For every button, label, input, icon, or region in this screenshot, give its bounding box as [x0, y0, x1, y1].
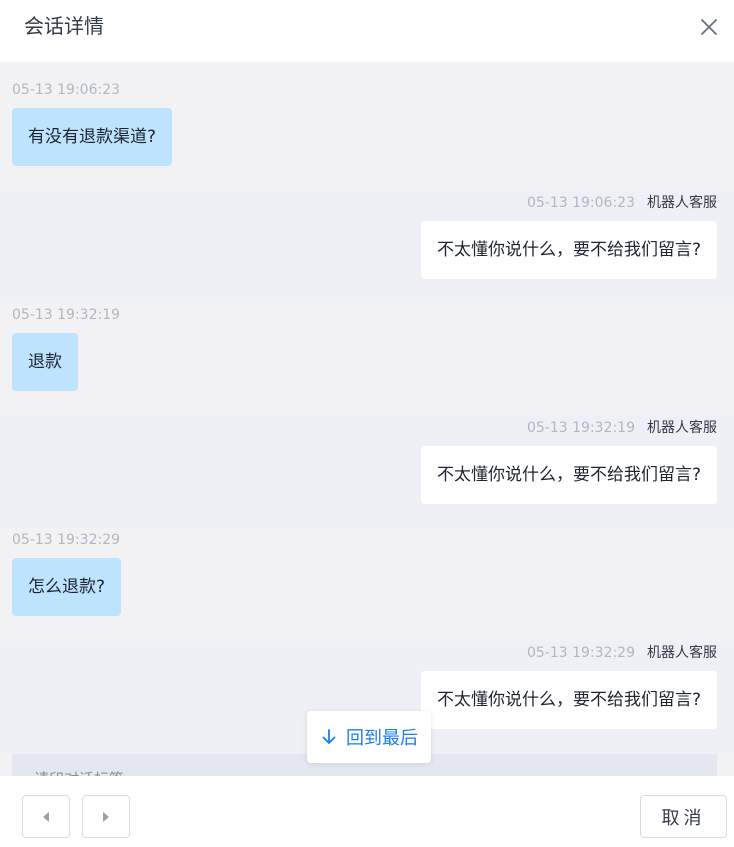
message-bot: 05-13 19:32:19 机器人客服 不太懂你说什么，要不给我们留言?	[0, 416, 734, 528]
close-icon[interactable]	[698, 16, 720, 38]
agent-name: 机器人客服	[647, 195, 717, 211]
next-conversation-button[interactable]	[82, 795, 130, 838]
message-timestamp: 05-13 19:32:19	[12, 307, 121, 323]
tags-label: 请印对话标签	[34, 768, 124, 776]
agent-name: 机器人客服	[647, 420, 717, 436]
chat-history[interactable]: 05-13 19:06:23 有没有退款渠道? 05-13 19:06:23 机…	[0, 62, 734, 776]
message-user: 05-13 19:32:29 怎么退款?	[0, 528, 734, 641]
message-bubble: 怎么退款?	[12, 558, 122, 616]
arrow-down-icon	[322, 729, 336, 744]
message-user: 05-13 19:06:23 有没有退款渠道?	[0, 78, 734, 191]
back-to-latest-button[interactable]: 回到最后	[307, 711, 431, 763]
message-timestamp: 05-13 19:06:23	[526, 195, 635, 211]
agent-name: 机器人客服	[647, 645, 717, 661]
message-bubble: 退款	[12, 333, 78, 391]
message-timestamp: 05-13 19:32:19	[526, 420, 635, 436]
message-list: 05-13 19:06:23 有没有退款渠道? 05-13 19:06:23 机…	[0, 78, 734, 753]
message-bubble: 不太懂你说什么，要不给我们留言?	[420, 671, 717, 729]
message-user: 05-13 19:32:19 退款	[0, 303, 734, 416]
message-bot: 05-13 19:06:23 机器人客服 不太懂你说什么，要不给我们留言?	[0, 191, 734, 303]
chevron-left-icon	[43, 811, 49, 822]
back-to-latest-label: 回到最后	[346, 728, 418, 749]
message-timestamp: 05-13 19:32:29	[526, 645, 635, 661]
chevron-right-icon	[103, 811, 109, 822]
previous-conversation-button[interactable]	[22, 795, 70, 838]
dialog-footer: 取消	[0, 776, 734, 847]
message-timestamp: 05-13 19:32:29	[12, 532, 121, 548]
message-timestamp: 05-13 19:06:23	[12, 82, 121, 98]
message-bubble: 不太懂你说什么，要不给我们留言?	[420, 446, 717, 504]
dialog-title: 会话详情	[24, 14, 104, 38]
dialog-header: 会话详情	[0, 0, 734, 62]
cancel-button[interactable]: 取消	[640, 795, 727, 838]
message-bubble: 不太懂你说什么，要不给我们留言?	[420, 221, 717, 279]
message-bubble: 有没有退款渠道?	[12, 108, 173, 166]
